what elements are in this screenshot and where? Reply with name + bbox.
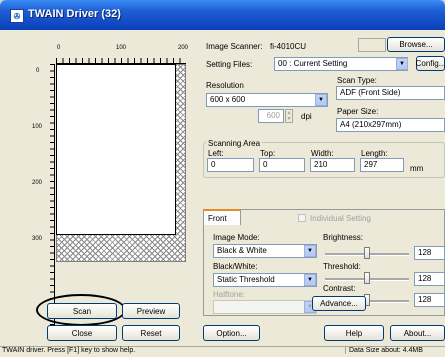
- image-scanner-label: Image Scanner:: [206, 42, 263, 51]
- resolution-custom-input[interactable]: 600: [258, 109, 284, 123]
- individual-setting-checkbox[interactable]: [298, 214, 306, 222]
- length-label: Length:: [361, 149, 388, 158]
- help-button[interactable]: Help: [324, 325, 384, 341]
- brightness-slider[interactable]: [364, 247, 370, 259]
- top-ruler: [56, 53, 186, 64]
- chevron-down-icon[interactable]: ▼: [396, 58, 408, 70]
- threshold-value[interactable]: 128: [414, 272, 445, 286]
- ruler-left-label: 0: [36, 68, 40, 74]
- threshold-label: Threshold:: [323, 262, 361, 271]
- left-label: Left:: [208, 149, 224, 158]
- ruler-top-label: 0: [57, 45, 61, 51]
- scan-type-label: Scan Type:: [337, 76, 377, 85]
- brightness-label: Brightness:: [323, 233, 364, 242]
- width-input[interactable]: 210: [310, 158, 355, 172]
- window-title: TWAIN Driver (32): [28, 8, 121, 20]
- preview-button[interactable]: Preview: [122, 303, 180, 319]
- top-input[interactable]: 0: [259, 158, 305, 172]
- individual-setting-label: Individual Setting: [310, 214, 371, 223]
- close-button[interactable]: Close: [47, 325, 117, 341]
- contrast-label: Contrast:: [323, 284, 356, 293]
- setting-files-select[interactable]: 00 : Current Setting: [274, 57, 408, 71]
- app-icon: ✇: [10, 9, 24, 23]
- chevron-down-icon[interactable]: ▼: [315, 94, 327, 106]
- about-button[interactable]: About...: [390, 325, 445, 341]
- resolution-label: Resolution: [206, 81, 244, 90]
- scan-type-select[interactable]: ADF (Front Side): [336, 86, 445, 100]
- halftone-label: Halftone:: [213, 290, 246, 299]
- ruler-top-label: 100: [116, 45, 127, 51]
- top-label: Top:: [260, 149, 276, 158]
- ruler-left-label: 200: [32, 180, 43, 186]
- chevron-down-icon[interactable]: ▼: [304, 274, 316, 286]
- config-button[interactable]: Config...: [416, 56, 445, 71]
- tab-front-label: Front: [208, 214, 227, 223]
- paper-size-select[interactable]: A4 (210x297mm): [336, 118, 445, 132]
- option-button[interactable]: Option...: [203, 325, 260, 341]
- image-mode-select[interactable]: Black & White: [213, 244, 317, 258]
- contrast-value[interactable]: 128: [414, 293, 445, 307]
- threshold-slider[interactable]: [364, 272, 370, 284]
- scan-highlight-circle: [36, 294, 126, 326]
- ruler-top-label: 200: [178, 45, 189, 51]
- black-white-select[interactable]: Static Threshold: [213, 273, 317, 287]
- chevron-down-icon[interactable]: ▼: [304, 245, 316, 257]
- left-ruler: [46, 64, 55, 330]
- advance-button[interactable]: Advance...: [312, 296, 366, 311]
- image-scanner-value: fi-4010CU: [270, 42, 307, 51]
- width-label: Width:: [311, 149, 334, 158]
- left-input[interactable]: 0: [207, 158, 254, 172]
- mm-label: mm: [410, 164, 424, 173]
- scanning-area-label: Scanning Area: [206, 139, 263, 148]
- image-mode-label: Image Mode:: [213, 233, 260, 242]
- ruler-left-label: 300: [32, 236, 43, 242]
- scan-area-preview[interactable]: [56, 64, 176, 235]
- spin-icon[interactable]: ▲ ▼: [285, 109, 293, 123]
- paper-size-label: Paper Size:: [337, 107, 379, 116]
- resolution-select[interactable]: 600 x 600: [206, 93, 328, 107]
- brightness-value[interactable]: 128: [414, 246, 445, 260]
- setting-files-label: Setting Files:: [206, 60, 253, 69]
- black-white-label: Black/White:: [213, 262, 258, 271]
- data-size-text: Data Size about: 4.4MB: [345, 347, 423, 354]
- status-text: TWAIN driver. Press [F1] key to show hel…: [2, 347, 136, 354]
- reset-button[interactable]: Reset: [122, 325, 180, 341]
- scanner-status-box: [358, 38, 386, 52]
- length-input[interactable]: 297: [360, 158, 404, 172]
- ruler-left-label: 100: [32, 124, 43, 130]
- halftone-select[interactable]: [213, 300, 317, 314]
- dpi-label: dpi: [301, 112, 312, 121]
- browse-button[interactable]: Browse...: [387, 37, 445, 52]
